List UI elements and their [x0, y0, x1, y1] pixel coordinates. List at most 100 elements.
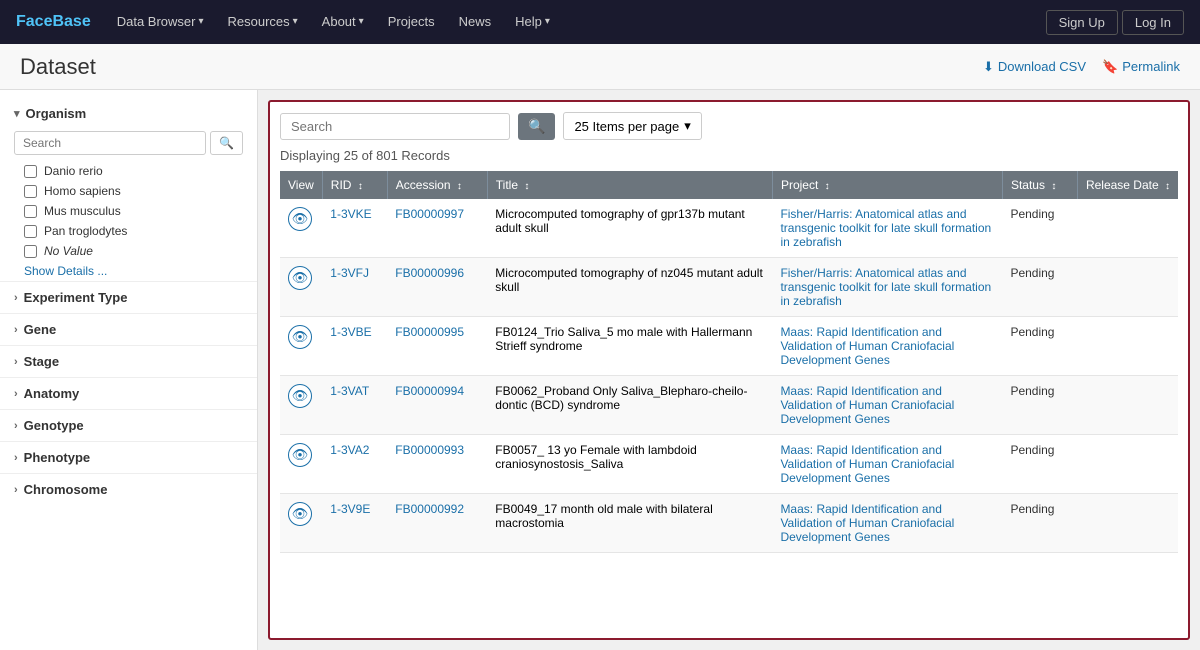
download-csv-link[interactable]: ⬇ Download CSV [983, 59, 1086, 75]
accession-cell: FB00000995 [387, 317, 487, 376]
navbar: FaceBase Data Browser ▾ Resources ▾ Abou… [0, 0, 1200, 44]
nav-right-actions: Sign Up Log In [1046, 10, 1184, 35]
release-date-cell [1077, 258, 1178, 317]
main-search-input[interactable] [280, 113, 510, 140]
organism-item-pan[interactable]: Pan troglodytes [0, 221, 257, 241]
organism-item-homo[interactable]: Homo sapiens [0, 181, 257, 201]
per-page-dropdown[interactable]: 25 Items per page ▾ [563, 112, 701, 140]
accession-link[interactable]: FB00000995 [395, 325, 464, 339]
nav-data-browser[interactable]: Data Browser ▾ [107, 0, 214, 44]
table-row: 👁 1-3VBE FB00000995 FB0124_Trio Saliva_5… [280, 317, 1178, 376]
release-date-sort-icon: ↕ [1165, 181, 1170, 192]
phenotype-caret-icon: › [14, 452, 18, 464]
view-cell: 👁 [280, 258, 322, 317]
title-sort-icon: ↕ [524, 181, 529, 192]
view-button[interactable]: 👁 [288, 502, 312, 526]
view-button[interactable]: 👁 [288, 266, 312, 290]
gene-section[interactable]: › Gene [0, 313, 257, 345]
accession-link[interactable]: FB00000993 [395, 443, 464, 457]
organism-checkbox-mus[interactable] [24, 205, 37, 218]
col-release-date[interactable]: Release Date ↕ [1077, 171, 1178, 199]
sidebar: ▾ Organism 🔍 Danio rerio Homo sapiens Mu… [0, 90, 258, 650]
organism-checkbox-pan[interactable] [24, 225, 37, 238]
project-sort-icon: ↕ [825, 181, 830, 192]
download-icon: ⬇ [983, 59, 994, 75]
col-project[interactable]: Project ↕ [772, 171, 1002, 199]
col-status[interactable]: Status ↕ [1002, 171, 1077, 199]
organism-checkbox-homo[interactable] [24, 185, 37, 198]
anatomy-section[interactable]: › Anatomy [0, 377, 257, 409]
rid-link[interactable]: 1-3VAT [330, 384, 369, 398]
release-date-cell [1077, 435, 1178, 494]
organism-search-row: 🔍 [0, 127, 257, 161]
organism-section-header[interactable]: ▾ Organism [0, 100, 257, 127]
project-link[interactable]: Fisher/Harris: Anatomical atlas and tran… [780, 207, 991, 249]
show-details-link[interactable]: Show Details ... [0, 261, 257, 281]
permalink-link[interactable]: 🔖 Permalink [1102, 59, 1180, 75]
accession-link[interactable]: FB00000997 [395, 207, 464, 221]
rid-link[interactable]: 1-3VFJ [330, 266, 369, 280]
per-page-chevron-icon: ▾ [684, 118, 691, 134]
log-in-button[interactable]: Log In [1122, 10, 1184, 35]
col-title[interactable]: Title ↕ [487, 171, 772, 199]
nav-help-chevron: ▾ [545, 0, 550, 44]
organism-checkbox-no-value[interactable] [24, 245, 37, 258]
content-inner: 🔍 25 Items per page ▾ Displaying 25 of 8… [268, 100, 1190, 640]
rid-link[interactable]: 1-3VA2 [330, 443, 369, 457]
experiment-type-caret-icon: › [14, 292, 18, 304]
main-layout: ▾ Organism 🔍 Danio rerio Homo sapiens Mu… [0, 90, 1200, 650]
sign-up-button[interactable]: Sign Up [1046, 10, 1118, 35]
view-cell: 👁 [280, 494, 322, 553]
view-cell: 👁 [280, 435, 322, 494]
status-badge: Pending [1010, 502, 1054, 516]
status-badge: Pending [1010, 384, 1054, 398]
eye-icon: 👁 [292, 211, 309, 227]
view-button[interactable]: 👁 [288, 384, 312, 408]
view-button[interactable]: 👁 [288, 325, 312, 349]
rid-link[interactable]: 1-3VBE [330, 325, 371, 339]
chromosome-section[interactable]: › Chromosome [0, 473, 257, 505]
experiment-type-section[interactable]: › Experiment Type [0, 281, 257, 313]
nav-help[interactable]: Help ▾ [505, 0, 560, 44]
accession-link[interactable]: FB00000996 [395, 266, 464, 280]
organism-search-input[interactable] [14, 131, 206, 155]
main-search-button[interactable]: 🔍 [518, 113, 555, 140]
stage-section[interactable]: › Stage [0, 345, 257, 377]
nav-about[interactable]: About ▾ [312, 0, 374, 44]
view-button[interactable]: 👁 [288, 443, 312, 467]
col-rid[interactable]: RID ↕ [322, 171, 387, 199]
view-button[interactable]: 👁 [288, 207, 312, 231]
nav-news[interactable]: News [449, 0, 502, 44]
accession-link[interactable]: FB00000994 [395, 384, 464, 398]
organism-checkbox-danio[interactable] [24, 165, 37, 178]
status-cell: Pending [1002, 317, 1077, 376]
release-date-cell [1077, 317, 1178, 376]
table-row: 👁 1-3VFJ FB00000996 Microcomputed tomogr… [280, 258, 1178, 317]
nav-projects[interactable]: Projects [378, 0, 445, 44]
project-link[interactable]: Maas: Rapid Identification and Validatio… [780, 384, 954, 426]
rid-link[interactable]: 1-3V9E [330, 502, 370, 516]
accession-link[interactable]: FB00000992 [395, 502, 464, 516]
genotype-section[interactable]: › Genotype [0, 409, 257, 441]
project-link[interactable]: Maas: Rapid Identification and Validatio… [780, 502, 954, 544]
brand-logo[interactable]: FaceBase [16, 13, 91, 31]
organism-item-mus[interactable]: Mus musculus [0, 201, 257, 221]
eye-icon: 👁 [292, 388, 309, 404]
project-link[interactable]: Maas: Rapid Identification and Validatio… [780, 443, 954, 485]
project-cell: Maas: Rapid Identification and Validatio… [772, 435, 1002, 494]
project-link[interactable]: Fisher/Harris: Anatomical atlas and tran… [780, 266, 991, 308]
project-link[interactable]: Maas: Rapid Identification and Validatio… [780, 325, 954, 367]
nav-resources-chevron: ▾ [293, 0, 298, 44]
genotype-caret-icon: › [14, 420, 18, 432]
organism-search-button[interactable]: 🔍 [210, 131, 243, 155]
table-row: 👁 1-3VKE FB00000997 Microcomputed tomogr… [280, 199, 1178, 258]
rid-link[interactable]: 1-3VKE [330, 207, 371, 221]
dataset-table: View RID ↕ Accession ↕ Title ↕ [280, 171, 1178, 553]
nav-resources[interactable]: Resources ▾ [218, 0, 308, 44]
organism-item-danio[interactable]: Danio rerio [0, 161, 257, 181]
accession-cell: FB00000994 [387, 376, 487, 435]
rid-cell: 1-3VFJ [322, 258, 387, 317]
col-accession[interactable]: Accession ↕ [387, 171, 487, 199]
organism-item-no-value[interactable]: No Value [0, 241, 257, 261]
phenotype-section[interactable]: › Phenotype [0, 441, 257, 473]
